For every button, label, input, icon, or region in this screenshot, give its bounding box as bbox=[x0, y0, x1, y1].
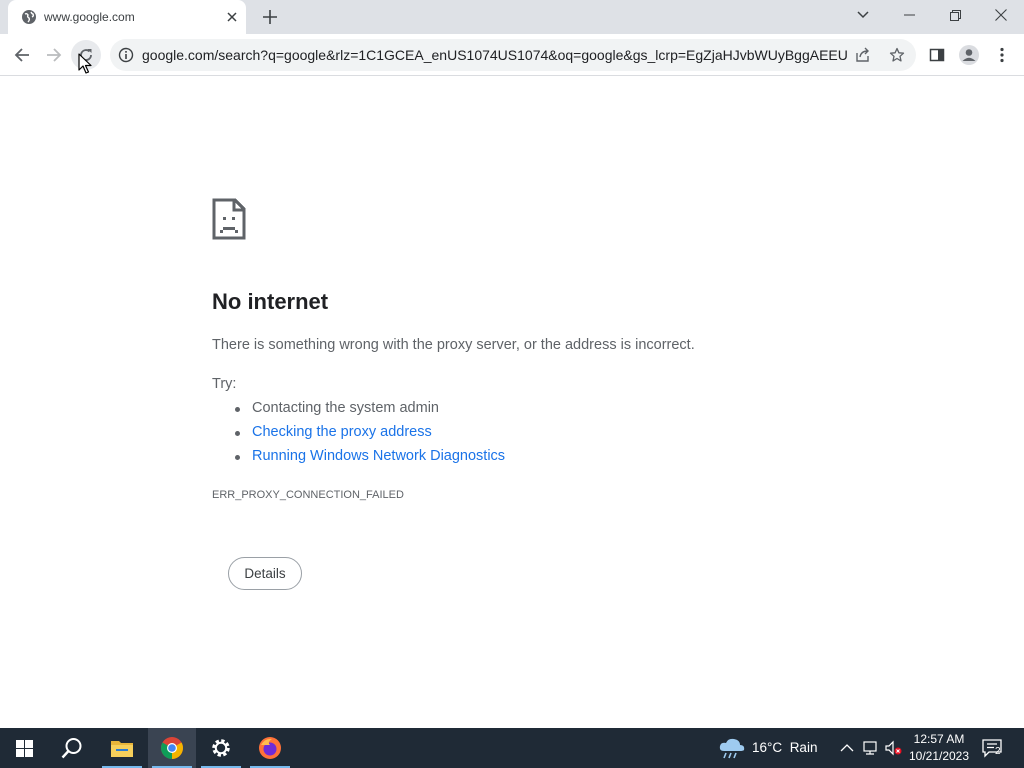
details-button[interactable]: Details bbox=[228, 557, 302, 590]
check-proxy-link[interactable]: Checking the proxy address bbox=[252, 424, 432, 440]
settings-icon[interactable] bbox=[197, 728, 245, 768]
clock-date: 10/21/2023 bbox=[908, 749, 970, 763]
bookmark-star-icon[interactable] bbox=[889, 47, 905, 63]
suggestion-contact-admin: Contacting the system admin bbox=[252, 400, 439, 416]
browser-tab[interactable]: www.google.com bbox=[8, 0, 246, 34]
new-tab-button[interactable] bbox=[260, 7, 280, 27]
menu-kebab-icon[interactable] bbox=[987, 40, 1017, 70]
sad-document-icon bbox=[212, 198, 246, 240]
tab-strip: www.google.com bbox=[0, 0, 1024, 34]
network-diagnostics-link[interactable]: Running Windows Network Diagnostics bbox=[252, 448, 505, 464]
mouse-cursor-icon bbox=[78, 53, 92, 75]
restore-button[interactable] bbox=[932, 0, 978, 30]
back-button[interactable] bbox=[7, 40, 37, 70]
close-tab-icon[interactable] bbox=[224, 9, 240, 25]
system-clock[interactable]: 12:57 AM 10/21/2023 bbox=[906, 731, 972, 765]
suggestion-item: Checking the proxy address bbox=[234, 424, 505, 448]
firefox-icon[interactable] bbox=[246, 728, 294, 768]
clock-time: 12:57 AM bbox=[913, 732, 965, 746]
weather-temperature: 16°C bbox=[752, 740, 783, 755]
chevron-up-icon[interactable] bbox=[839, 740, 855, 756]
site-info-icon[interactable] bbox=[118, 47, 134, 63]
profile-avatar-icon[interactable] bbox=[954, 40, 984, 70]
forward-button[interactable] bbox=[39, 40, 69, 70]
weather-condition: Rain bbox=[789, 740, 818, 755]
suggestion-item: Contacting the system admin bbox=[234, 400, 505, 424]
address-bar[interactable]: google.com/search?q=google&rlz=1C1GCEA_e… bbox=[110, 39, 916, 71]
volume-muted-icon[interactable] bbox=[885, 740, 902, 756]
notification-center-icon[interactable] bbox=[980, 737, 1006, 759]
start-icon[interactable] bbox=[0, 728, 48, 768]
close-window-button[interactable] bbox=[978, 0, 1024, 30]
suggestion-item: Running Windows Network Diagnostics bbox=[234, 448, 505, 472]
browser-toolbar: google.com/search?q=google&rlz=1C1GCEA_e… bbox=[0, 34, 1024, 76]
search-icon[interactable] bbox=[48, 728, 96, 768]
share-icon[interactable] bbox=[855, 47, 871, 63]
weather-rain-icon[interactable] bbox=[718, 737, 746, 759]
notification-count: 2 bbox=[995, 746, 1001, 757]
side-panel-icon[interactable] bbox=[922, 40, 952, 70]
error-heading: No internet bbox=[212, 289, 329, 314]
globe-icon bbox=[21, 9, 37, 25]
error-description: There is something wrong with the proxy … bbox=[212, 337, 695, 353]
file-explorer-icon[interactable] bbox=[98, 728, 146, 768]
network-icon[interactable] bbox=[862, 740, 878, 756]
weather-widget[interactable]: 16°C Rain bbox=[752, 740, 817, 755]
error-code: ERR_PROXY_CONNECTION_FAILED bbox=[212, 489, 404, 501]
tab-title: www.google.com bbox=[44, 10, 135, 24]
minimize-button[interactable] bbox=[886, 0, 932, 30]
suggestions-list: Contacting the system admin Checking the… bbox=[234, 400, 505, 472]
url-text[interactable]: google.com/search?q=google&rlz=1C1GCEA_e… bbox=[142, 47, 847, 63]
tab-search-button[interactable] bbox=[840, 0, 886, 30]
try-label: Try: bbox=[212, 376, 237, 392]
chrome-icon[interactable] bbox=[148, 728, 196, 768]
